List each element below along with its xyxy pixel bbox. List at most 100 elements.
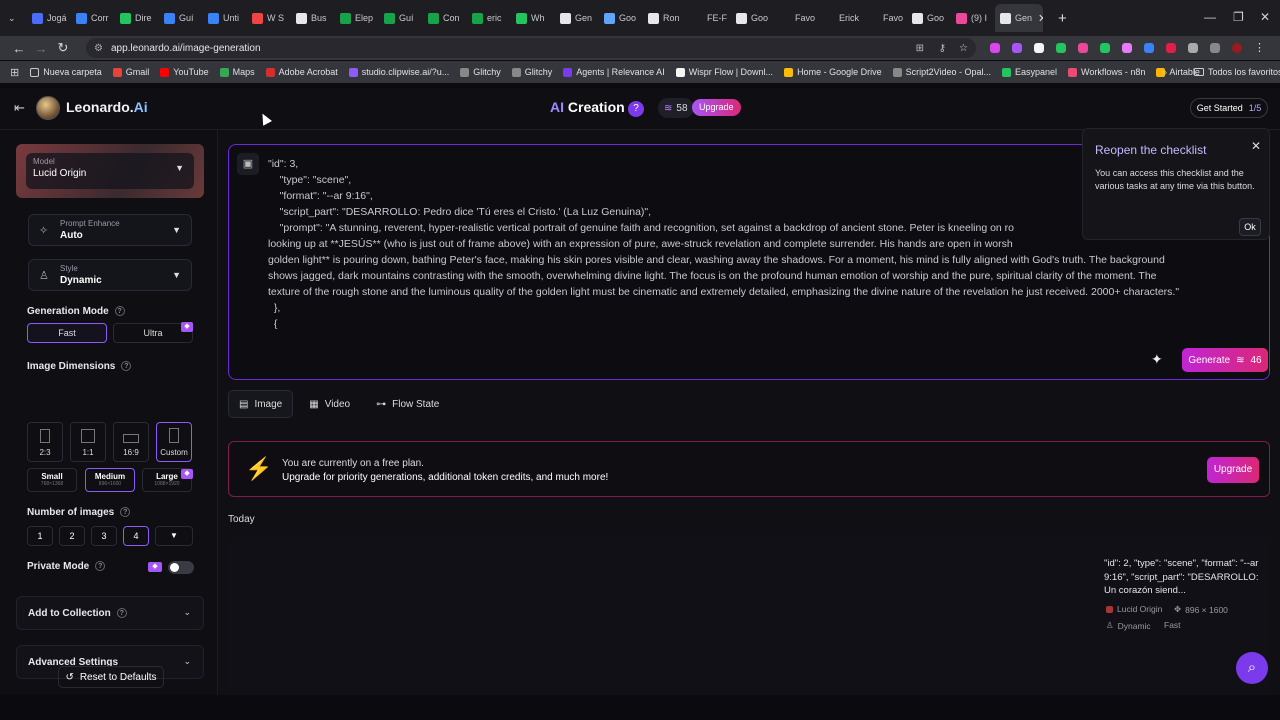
tab-flow-state[interactable]: ⊶ Flow State	[366, 390, 449, 418]
extension-icon[interactable]	[990, 43, 1000, 53]
browser-tab[interactable]: Gen ✕	[995, 4, 1043, 32]
reload-icon[interactable]: ↻	[52, 40, 74, 56]
extension-icon[interactable]	[1122, 43, 1132, 53]
size-medium-button[interactable]: Medium 896×1600	[85, 468, 135, 492]
bookmark-item[interactable]: Script2Video - Opal...	[892, 67, 991, 77]
extension-icon[interactable]	[1144, 43, 1154, 53]
new-tab-button[interactable]: +	[1058, 10, 1067, 27]
browser-tab[interactable]: Goo	[907, 4, 951, 32]
leonardo-logo[interactable]	[36, 96, 60, 120]
browser-tab[interactable]: Erick	[819, 4, 863, 32]
browser-tab[interactable]: FE-F	[687, 4, 731, 32]
browser-tab[interactable]: Goo	[731, 4, 775, 32]
browser-tab[interactable]: Con	[423, 4, 467, 32]
dimension-custom[interactable]: Custom	[156, 422, 192, 462]
bookmark-item[interactable]: YouTube	[160, 67, 209, 77]
minimize-button[interactable]: —	[1204, 10, 1216, 24]
bookmark-item[interactable]: Wispr Flow | Downl...	[675, 67, 773, 77]
bookmark-item[interactable]: Agents | Relevance AI	[563, 67, 665, 77]
image-prompt-icon[interactable]: ▣	[237, 153, 259, 175]
dimension-16-9[interactable]: 16:9	[113, 422, 149, 462]
num-images-1[interactable]: 1	[27, 526, 53, 546]
bookmark-item[interactable]: Nueva carpeta	[30, 67, 102, 77]
browser-tab[interactable]: Wh	[511, 4, 555, 32]
browser-tab[interactable]: eric	[467, 4, 511, 32]
dimension-1-1[interactable]: 1:1	[70, 422, 106, 462]
info-icon[interactable]: ?	[120, 507, 131, 517]
collapse-sidebar-icon[interactable]: ⇤	[14, 100, 25, 116]
get-started-button[interactable]: Get Started 1/5	[1190, 98, 1268, 118]
browser-tab[interactable]: Corr	[71, 4, 115, 32]
bookmark-item[interactable]: Maps	[219, 67, 255, 77]
menu-kebab-icon[interactable]: ⋮	[1254, 43, 1265, 54]
prompt-enhance-select[interactable]: ✧ Prompt Enhance Auto ▼	[28, 214, 192, 246]
extension-icon[interactable]	[1166, 43, 1176, 53]
tab-image[interactable]: ▤ Image	[228, 390, 294, 418]
extension-icon[interactable]	[1100, 43, 1110, 53]
forward-icon[interactable]: →	[30, 41, 52, 56]
more-bookmarks-icon[interactable]: »	[1162, 67, 1167, 77]
maximize-button[interactable]: ❐	[1233, 10, 1244, 24]
size-small-button[interactable]: Small 768×1368	[27, 468, 77, 492]
add-to-collection-panel[interactable]: Add to Collection? ⌄	[16, 596, 204, 630]
translate-icon[interactable]: ⊞	[916, 43, 924, 54]
browser-tab[interactable]: Dire	[115, 4, 159, 32]
help-icon[interactable]: ?	[628, 101, 644, 117]
token-counter[interactable]: ≋ 58	[658, 98, 694, 118]
browser-tab[interactable]: Unti	[203, 4, 247, 32]
info-icon[interactable]: ?	[95, 561, 106, 571]
browser-tab[interactable]: Jogá	[27, 4, 71, 32]
popover-ok-button[interactable]: Ok	[1239, 218, 1261, 236]
num-images-more[interactable]: ▼	[155, 526, 193, 546]
browser-tab[interactable]: W S	[247, 4, 291, 32]
bookmark-item[interactable]: Glitchy	[460, 67, 501, 77]
generation-prompt-preview[interactable]: "id": 2, "type": "scene", "format": "--a…	[1104, 557, 1264, 598]
close-window-button[interactable]: ✕	[1260, 10, 1270, 24]
bookmark-item[interactable]: Adobe Acrobat	[265, 67, 338, 77]
browser-tab[interactable]: (9) I	[951, 4, 995, 32]
mode-fast-button[interactable]: Fast	[27, 323, 107, 343]
password-icon[interactable]: ⚷	[939, 43, 946, 54]
extension-icon[interactable]	[1056, 43, 1066, 53]
num-images-4[interactable]: 4	[123, 526, 149, 546]
extension-icon[interactable]	[1034, 43, 1044, 53]
extensions-puzzle-icon[interactable]	[1188, 43, 1198, 53]
profile-avatar[interactable]	[1232, 43, 1242, 53]
browser-tab[interactable]: Favo	[775, 4, 819, 32]
banner-upgrade-button[interactable]: Upgrade	[1207, 457, 1259, 483]
browser-tab[interactable]: Ron	[643, 4, 687, 32]
num-images-3[interactable]: 3	[91, 526, 117, 546]
bookmark-star-icon[interactable]: ☆	[959, 43, 968, 54]
header-upgrade-button[interactable]: Upgrade	[692, 99, 741, 116]
bookmark-item[interactable]: Home - Google Drive	[784, 67, 882, 77]
address-bar[interactable]: ⚙ app.leonardo.ai/image-generation ⊞ ⚷ ☆	[86, 38, 976, 58]
bookmark-item[interactable]: studio.clipwise.ai/?u...	[348, 67, 449, 77]
browser-tab[interactable]: Goo	[599, 4, 643, 32]
reset-defaults-button[interactable]: ↺ Reset to Defaults	[58, 666, 164, 688]
browser-tab[interactable]: Gen	[555, 4, 599, 32]
num-images-2[interactable]: 2	[59, 526, 85, 546]
site-info-icon[interactable]: ⚙	[94, 43, 103, 54]
info-icon[interactable]: ?	[121, 361, 132, 371]
private-mode-toggle[interactable]	[168, 561, 194, 574]
dimension-2-3[interactable]: 2:3	[27, 422, 63, 462]
info-icon[interactable]: ?	[116, 608, 127, 618]
browser-tab[interactable]: Guí	[379, 4, 423, 32]
model-selector[interactable]: Model Lucid Origin ▼	[16, 144, 204, 198]
tab-list-chevron-icon[interactable]: ⌄	[8, 13, 26, 24]
back-icon[interactable]: ←	[8, 41, 30, 56]
support-chat-icon[interactable]: ⌕	[1236, 652, 1268, 684]
bookmark-item[interactable]: Easypanel	[1001, 67, 1057, 77]
all-bookmarks-folder[interactable]: Todos los favoritos	[1194, 67, 1280, 77]
close-icon[interactable]: ✕	[1251, 139, 1261, 153]
browser-tab[interactable]: Elep	[335, 4, 379, 32]
extension-icon[interactable]	[1078, 43, 1088, 53]
bookmark-item[interactable]: Glitchy	[511, 67, 552, 77]
generate-button[interactable]: Generate ≋ 46	[1182, 348, 1268, 372]
apps-grid-icon[interactable]: ⊞	[10, 66, 19, 79]
extension-icon[interactable]	[1012, 43, 1022, 53]
info-icon[interactable]: ?	[114, 306, 125, 316]
bookmark-item[interactable]: Workflows - n8n	[1068, 67, 1145, 77]
browser-tab[interactable]: Bus	[291, 4, 335, 32]
sparkle-icon[interactable]: ✦	[1151, 351, 1163, 368]
